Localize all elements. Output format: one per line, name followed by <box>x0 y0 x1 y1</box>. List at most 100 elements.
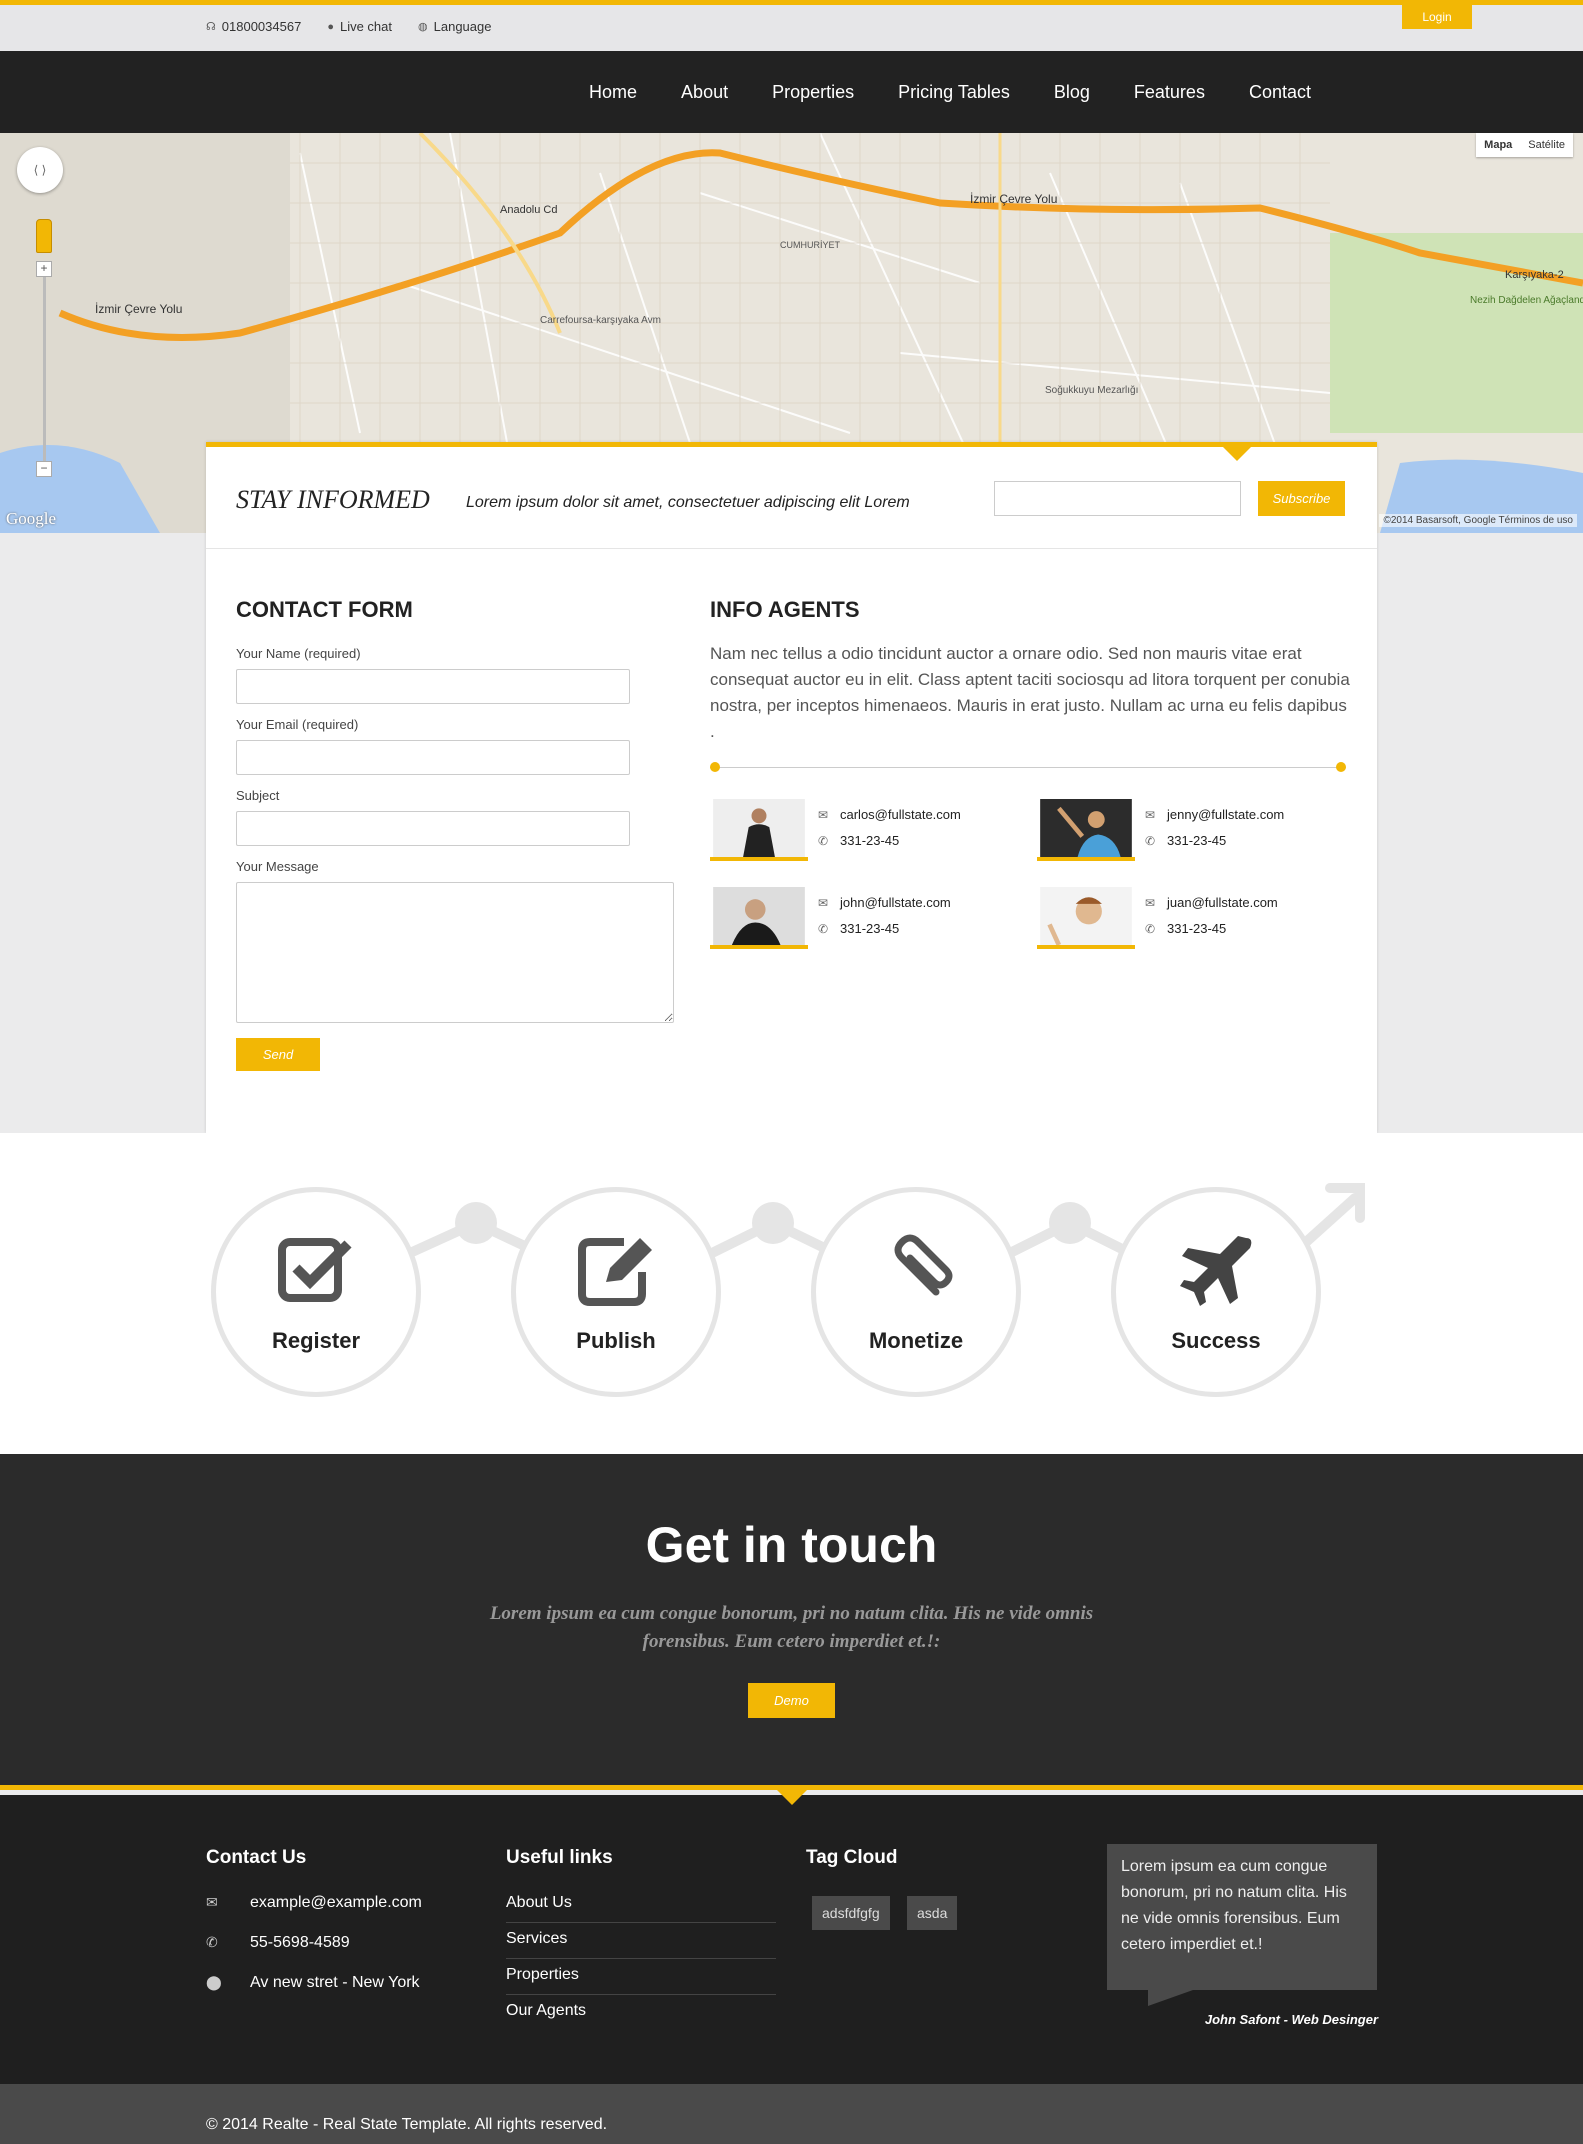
tag-item[interactable]: asda <box>907 1896 958 1930</box>
agent-phone: 331-23-45 <box>840 921 900 936</box>
footer-address-row: ⬤ Av new stret - New York <box>206 1974 420 1992</box>
zoom-out-button[interactable]: − <box>36 461 52 477</box>
agent-email[interactable]: john@fullstate.com <box>840 895 951 910</box>
newsletter-subtitle: Lorem ipsum dolor sit amet, consectetuer… <box>466 494 910 511</box>
name-label: Your Name (required) <box>236 646 361 661</box>
zoom-slider[interactable] <box>43 263 46 463</box>
get-in-touch-text: Lorem ipsum ea cum congue bonorum, pri n… <box>489 1603 1094 1652</box>
paperclip-icon <box>894 1234 953 1296</box>
step-publish: Publish <box>511 1187 721 1397</box>
live-chat-label: Live chat <box>339 19 393 34</box>
nav-contact[interactable]: Contact <box>1227 82 1333 103</box>
agent-meta: ✉ carlos@fullstate.com ✆ 331-23-45 <box>818 802 961 854</box>
map-label-carrefour: Carrefoursa-karşıyaka Avm <box>540 315 661 326</box>
map-type-satellite[interactable]: Satélite <box>1520 133 1573 157</box>
contact-form-title: CONTACT FORM <box>236 597 413 622</box>
footer-address: Av new stret - New York <box>250 1974 420 1991</box>
step-monetize: Monetize <box>811 1187 1021 1397</box>
nav-features[interactable]: Features <box>1112 82 1227 103</box>
footer-link-services[interactable]: Services <box>506 1930 776 1959</box>
footer-link-properties[interactable]: Properties <box>506 1966 776 1995</box>
nav-pricing-tables[interactable]: Pricing Tables <box>876 82 1032 103</box>
envelope-icon: ✉ <box>1145 896 1156 910</box>
agent-photo-john <box>710 887 808 949</box>
get-in-touch-section: Get in touch Lorem ipsum ea cum congue b… <box>0 1454 1583 1790</box>
step-success: Success <box>1111 1187 1321 1397</box>
quote-tail <box>1148 1990 1193 2006</box>
copyright-bar: © 2014 Realte - Real State Template. All… <box>0 2084 1583 2144</box>
envelope-icon: ✉ <box>1145 808 1156 822</box>
agent-meta: ✉ john@fullstate.com ✆ 331-23-45 <box>818 890 951 942</box>
phone-item: ☊ 01800034567 <box>206 19 301 34</box>
map-label-nezih: Nezih Dağdelen Ağaçlandırma Alanı <box>1470 295 1583 306</box>
testimonial-author: John Safont - Web Desinger <box>1204 2012 1378 2027</box>
top-bar: ☊ 01800034567 ● Live chat ◍ Language Login <box>0 0 1583 51</box>
footer-email[interactable]: example@example.com <box>250 1894 422 1911</box>
demo-button[interactable]: Demo <box>748 1683 835 1718</box>
agent-phone: 331-23-45 <box>840 833 900 848</box>
step-label: Publish <box>576 1328 656 1353</box>
map-type-map[interactable]: Mapa <box>1476 133 1520 157</box>
headset-icon: ☊ <box>206 21 216 33</box>
info-agents-title: INFO AGENTS <box>710 597 860 622</box>
phone-icon: ✆ <box>818 834 829 848</box>
step-label: Success <box>1171 1328 1261 1353</box>
nav-home[interactable]: Home <box>567 82 659 103</box>
info-agents-text: Nam nec tellus a odio tincidunt auctor a… <box>710 644 1350 741</box>
card-notch <box>1222 446 1252 461</box>
agent-card: ✉ jenny@fullstate.com ✆ 331-23-45 <box>1037 799 1357 865</box>
newsletter-title: STAY INFORMED <box>236 485 430 514</box>
agent-email[interactable]: jenny@fullstate.com <box>1167 807 1284 822</box>
footer-email-row: ✉ example@example.com <box>206 1894 422 1912</box>
map-marker-icon: ⬤ <box>206 1974 222 1990</box>
phone-icon: ✆ <box>206 1934 218 1950</box>
map-label-cevre-yolu-east: İzmir Çevre Yolu <box>970 192 1057 206</box>
newsletter-email-input[interactable] <box>994 481 1241 516</box>
contact-card: STAY INFORMED Lorem ipsum dolor sit amet… <box>206 442 1377 1133</box>
steps-section: Register Publish Monetize Success <box>0 1133 1583 1454</box>
step-register: Register <box>211 1187 421 1397</box>
section-notch <box>777 1790 807 1805</box>
envelope-icon: ✉ <box>818 808 829 822</box>
subject-field[interactable] <box>236 811 630 846</box>
footer-phone: 55-5698-4589 <box>250 1934 350 1951</box>
main-nav: Home About Properties Pricing Tables Blo… <box>0 51 1583 133</box>
nav-about[interactable]: About <box>659 82 750 103</box>
subscribe-button[interactable]: Subscribe <box>1258 481 1345 516</box>
map-pan-control[interactable]: ⟨ ⟩ <box>17 147 63 193</box>
email-field[interactable] <box>236 740 630 775</box>
footer-links-title: Useful links <box>506 1847 613 1868</box>
card-divider <box>206 548 1377 549</box>
language-label: Language <box>433 19 492 34</box>
divider-dot-right <box>1336 762 1346 772</box>
message-field[interactable] <box>236 882 674 1023</box>
tag-item[interactable]: adsfdfgfg <box>812 1896 890 1930</box>
nav-properties[interactable]: Properties <box>750 82 876 103</box>
footer-phone-row: ✆ 55-5698-4589 <box>206 1934 350 1952</box>
globe-icon: ◍ <box>418 21 428 33</box>
step-label: Register <box>271 1328 361 1353</box>
name-field[interactable] <box>236 669 630 704</box>
language-link[interactable]: ◍ Language <box>418 19 491 34</box>
agent-photo-juan <box>1037 887 1135 949</box>
agent-meta: ✉ jenny@fullstate.com ✆ 331-23-45 <box>1145 802 1284 854</box>
get-in-touch-title: Get in touch <box>645 1517 938 1573</box>
street-view-pegman[interactable] <box>36 219 52 253</box>
live-chat-link[interactable]: ● Live chat <box>327 19 392 34</box>
zoom-in-button[interactable]: + <box>36 261 52 277</box>
agent-email[interactable]: juan@fullstate.com <box>1167 895 1278 910</box>
login-button[interactable]: Login <box>1402 5 1472 29</box>
step-label: Monetize <box>868 1328 964 1353</box>
agent-email[interactable]: carlos@fullstate.com <box>840 807 961 822</box>
footer-tags-title: Tag Cloud <box>806 1847 898 1868</box>
agent-photo-jenny <box>1037 799 1135 861</box>
footer-link-our-agents[interactable]: Our Agents <box>506 2002 776 2030</box>
copyright-text: © 2014 Realte - Real State Template. All… <box>206 2116 608 2133</box>
footer: Contact Us ✉ example@example.com ✆ 55-5698… <box>0 1795 1583 2084</box>
nav-blog[interactable]: Blog <box>1032 82 1112 103</box>
envelope-icon: ✉ <box>818 896 829 910</box>
agent-card: ✉ carlos@fullstate.com ✆ 331-23-45 <box>710 799 1030 865</box>
testimonial-quote: Lorem ipsum ea cum congue bonorum, pri n… <box>1107 1844 1377 1990</box>
footer-link-about-us[interactable]: About Us <box>506 1894 776 1923</box>
send-button[interactable]: Send <box>236 1038 320 1071</box>
